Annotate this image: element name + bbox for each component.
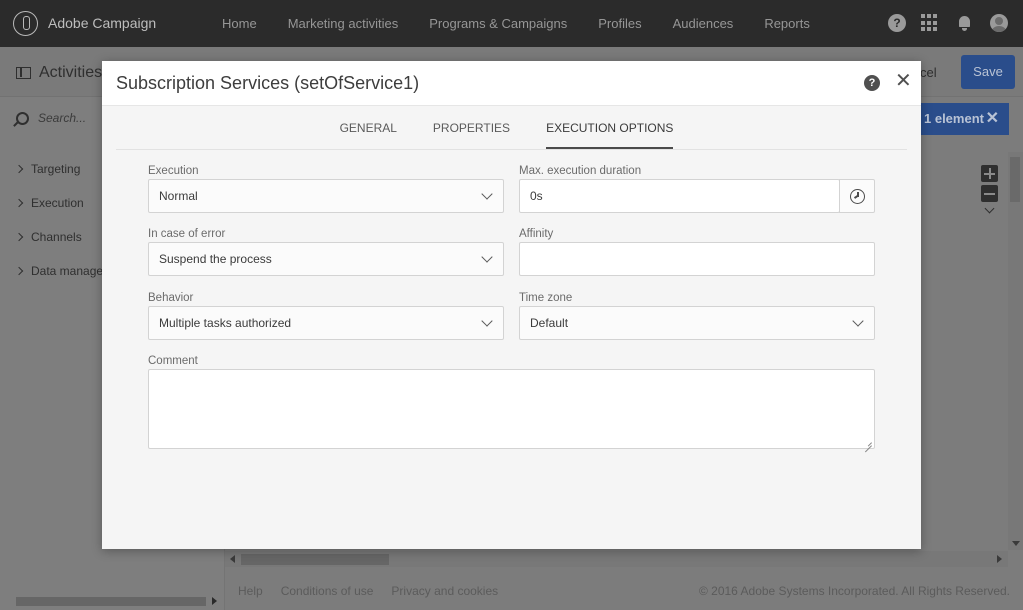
selection-badge[interactable]: 1 element ✕ bbox=[916, 103, 1009, 135]
tab-general[interactable]: GENERAL bbox=[322, 106, 415, 149]
chevron-down-icon bbox=[852, 315, 864, 327]
page-title-label: Activities bbox=[39, 64, 103, 81]
search-placeholder[interactable]: Search... bbox=[38, 111, 86, 125]
footer-link-conditions[interactable]: Conditions of use bbox=[281, 584, 374, 598]
panel-toggle-icon[interactable] bbox=[16, 67, 31, 79]
footer-link-help[interactable]: Help bbox=[238, 584, 263, 598]
chevron-right-icon bbox=[14, 266, 24, 276]
top-navigation: Adobe Campaign Home Marketing activities… bbox=[0, 0, 1023, 47]
time-zone-label: Time zone bbox=[519, 292, 573, 304]
category-label: Data managen bbox=[31, 264, 110, 278]
help-icon[interactable]: ? bbox=[864, 75, 880, 91]
zoom-controls bbox=[981, 165, 998, 214]
selection-count: 1 element bbox=[924, 111, 984, 126]
max-duration-label: Max. execution duration bbox=[519, 165, 642, 177]
avatar-icon[interactable] bbox=[990, 14, 1008, 32]
affinity-input[interactable] bbox=[519, 242, 875, 276]
footer-links: Help Conditions of use Privacy and cooki… bbox=[238, 584, 498, 598]
cancel-button[interactable]: cel bbox=[920, 65, 937, 80]
page-footer: Help Conditions of use Privacy and cooki… bbox=[225, 580, 1023, 610]
resize-grip-icon[interactable] bbox=[864, 438, 872, 446]
category-channels[interactable]: Channels bbox=[14, 220, 110, 254]
behavior-value: Multiple tasks authorized bbox=[159, 316, 292, 330]
scrollbar-thumb[interactable] bbox=[1010, 157, 1020, 202]
main-nav: Home Marketing activities Programs & Cam… bbox=[222, 16, 841, 31]
category-label: Channels bbox=[31, 230, 82, 244]
bell-icon[interactable] bbox=[956, 14, 974, 32]
chevron-down-icon bbox=[481, 251, 493, 263]
error-handling-label: In case of error bbox=[148, 228, 226, 240]
scroll-left-arrow-icon[interactable] bbox=[230, 555, 235, 563]
app-title[interactable]: Adobe Campaign bbox=[48, 15, 156, 31]
scrollbar-thumb[interactable] bbox=[16, 597, 206, 606]
help-icon[interactable]: ? bbox=[888, 14, 906, 32]
sidebar-horizontal-scrollbar[interactable] bbox=[0, 594, 225, 610]
chevron-right-icon bbox=[14, 164, 24, 174]
max-duration-input[interactable]: 0s bbox=[519, 179, 840, 213]
chevron-right-icon bbox=[14, 198, 24, 208]
save-button[interactable]: Save bbox=[961, 55, 1015, 89]
close-icon[interactable]: ✕ bbox=[895, 70, 912, 92]
tab-properties[interactable]: PROPERTIES bbox=[415, 106, 528, 149]
comment-textarea[interactable] bbox=[148, 369, 875, 449]
category-execution[interactable]: Execution bbox=[14, 186, 110, 220]
affinity-label: Affinity bbox=[519, 228, 554, 240]
comment-label: Comment bbox=[148, 355, 198, 367]
close-icon[interactable]: ✕ bbox=[986, 103, 999, 135]
zoom-out-icon[interactable] bbox=[981, 185, 998, 202]
footer-link-privacy[interactable]: Privacy and cookies bbox=[391, 584, 498, 598]
scroll-right-arrow-icon[interactable] bbox=[997, 555, 1002, 563]
dialog-header: Subscription Services (setOfService1) ? … bbox=[102, 61, 921, 106]
tabs-divider bbox=[116, 149, 907, 150]
max-duration-value: 0s bbox=[530, 189, 543, 203]
sidebar-search[interactable]: Search... bbox=[16, 111, 86, 125]
execution-value: Normal bbox=[159, 189, 198, 203]
execution-label: Execution bbox=[148, 165, 199, 177]
category-label: Execution bbox=[31, 196, 84, 210]
tab-execution-options[interactable]: EXECUTION OPTIONS bbox=[528, 106, 691, 149]
error-handling-select[interactable]: Suspend the process bbox=[148, 242, 504, 276]
dialog-title: Subscription Services (setOfService1) bbox=[116, 73, 420, 93]
scroll-down-arrow-icon[interactable] bbox=[1012, 541, 1020, 546]
horizontal-scrollbar[interactable] bbox=[225, 551, 1008, 567]
category-label: Targeting bbox=[31, 162, 81, 176]
time-zone-value: Default bbox=[530, 316, 569, 330]
apps-grid-icon[interactable] bbox=[921, 14, 939, 32]
nav-item-reports[interactable]: Reports bbox=[764, 16, 810, 31]
copyright: © 2016 Adobe Systems Incorporated. All R… bbox=[698, 584, 1010, 598]
chevron-down-icon[interactable] bbox=[984, 203, 995, 214]
chevron-right-icon bbox=[14, 232, 24, 242]
search-icon bbox=[16, 111, 29, 125]
page-title: Activities bbox=[16, 64, 102, 82]
duration-picker-button[interactable] bbox=[839, 179, 875, 213]
execution-select[interactable]: Normal bbox=[148, 179, 504, 213]
activity-categories: Targeting Execution Channels Data manage… bbox=[14, 152, 110, 288]
subscription-services-dialog: Subscription Services (setOfService1) ? … bbox=[102, 61, 921, 549]
behavior-select[interactable]: Multiple tasks authorized bbox=[148, 306, 504, 340]
nav-item-home[interactable]: Home bbox=[222, 16, 257, 31]
nav-item-profiles[interactable]: Profiles bbox=[598, 16, 641, 31]
scroll-right-arrow-icon[interactable] bbox=[212, 597, 217, 605]
category-targeting[interactable]: Targeting bbox=[14, 152, 110, 186]
zoom-in-icon[interactable] bbox=[981, 165, 998, 182]
category-data-management[interactable]: Data managen bbox=[14, 254, 110, 288]
nav-item-audiences[interactable]: Audiences bbox=[673, 16, 734, 31]
behavior-label: Behavior bbox=[148, 292, 194, 304]
chevron-down-icon bbox=[481, 315, 493, 327]
dialog-tabs: GENERAL PROPERTIES EXECUTION OPTIONS bbox=[102, 106, 921, 150]
clock-icon bbox=[850, 189, 865, 204]
nav-item-marketing-activities[interactable]: Marketing activities bbox=[288, 16, 399, 31]
error-handling-value: Suspend the process bbox=[159, 252, 272, 266]
scrollbar-thumb[interactable] bbox=[241, 554, 389, 565]
chevron-down-icon bbox=[481, 188, 493, 200]
vertical-scrollbar[interactable] bbox=[1008, 152, 1023, 550]
adobe-campaign-logo-icon[interactable] bbox=[13, 11, 38, 36]
nav-item-programs-campaigns[interactable]: Programs & Campaigns bbox=[429, 16, 567, 31]
time-zone-select[interactable]: Default bbox=[519, 306, 875, 340]
